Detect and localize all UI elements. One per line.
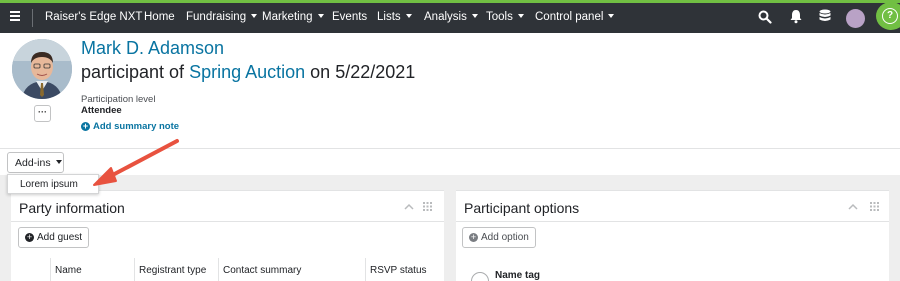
annotation-arrow (93, 139, 179, 186)
